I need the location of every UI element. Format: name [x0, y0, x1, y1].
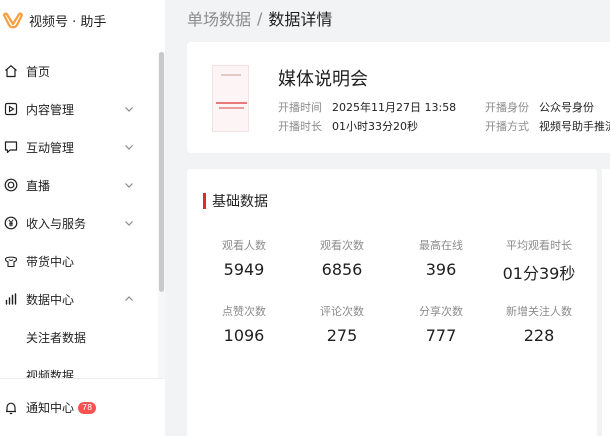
- section-title-text: 基础数据: [212, 194, 268, 210]
- meta-label: 开播时长: [278, 120, 322, 133]
- stat-value: 777: [425, 326, 457, 345]
- stat-shares: 分享次数 777: [386, 303, 496, 345]
- stat-label: 最高在线: [419, 239, 463, 252]
- chat-icon: [3, 139, 19, 155]
- stat-value: 01分39秒: [502, 264, 576, 283]
- stat-label: 观看人数: [222, 239, 266, 252]
- meta-value: 公众号身份: [539, 101, 594, 114]
- chevron-up-icon: [125, 296, 133, 301]
- adjacent-card-edge: [602, 169, 610, 436]
- notification-center[interactable]: 通知中心 78: [3, 399, 97, 416]
- chart-icon: [3, 291, 19, 307]
- home-icon: [3, 63, 19, 79]
- content-icon: [3, 101, 19, 117]
- meta-label: 开播时间: [278, 101, 322, 114]
- breadcrumb-parent[interactable]: 单场数据: [187, 6, 251, 30]
- stat-value: 396: [425, 260, 457, 279]
- chevron-down-icon: [125, 107, 133, 112]
- stat-value: 1096: [223, 326, 265, 345]
- meta-value: 01小时33分20秒: [332, 120, 418, 133]
- sidebar-item-shop[interactable]: 带货中心: [0, 242, 158, 280]
- section-title: 基础数据: [203, 191, 268, 211]
- chevron-down-icon: [125, 145, 133, 150]
- live-start-time: 开播时间 2025年11月27日 13:58: [278, 99, 456, 115]
- stat-label: 新增关注人数: [506, 305, 572, 318]
- sidebar-item-label: 带货中心: [26, 254, 75, 269]
- chevron-down-icon: [125, 221, 133, 226]
- sidebar-subitem-video-data[interactable]: 视频数据: [0, 356, 158, 379]
- yuan-icon: [3, 215, 19, 231]
- stat-viewers: 观看人数 5949: [189, 237, 299, 279]
- stat-likes: 点赞次数 1096: [189, 303, 299, 345]
- stat-value: 228: [523, 326, 555, 345]
- breadcrumb-separator: /: [257, 8, 263, 28]
- sidebar-scrollbar[interactable]: [158, 52, 165, 378]
- stat-label: 平均观看时长: [506, 239, 572, 252]
- breadcrumb: 单场数据 / 数据详情: [187, 6, 332, 30]
- stat-label: 评论次数: [320, 305, 364, 318]
- sidebar-subitem-label: 视频数据: [26, 368, 75, 379]
- live-title: 媒体说明会: [278, 69, 368, 90]
- sidebar-item-label: 互动管理: [26, 140, 75, 155]
- shop-icon: [3, 253, 19, 269]
- sidebar-item-label: 直播: [26, 178, 51, 193]
- sidebar-subitem-label: 关注者数据: [26, 330, 87, 345]
- stat-new-followers: 新增关注人数 228: [484, 303, 594, 345]
- channels-logo-icon: [3, 12, 23, 29]
- stat-value: 275: [326, 326, 358, 345]
- sidebar-item-interaction[interactable]: 互动管理: [0, 128, 158, 166]
- meta-label: 开播方式: [485, 120, 529, 133]
- sidebar-footer: 通知中心 78: [0, 378, 165, 436]
- stat-label: 观看次数: [320, 239, 364, 252]
- sidebar: 视频号 · 助手 首页 内容管理 互动管理 直播 收入与服务 带货中心 数据中心…: [0, 0, 165, 436]
- sidebar-item-label: 内容管理: [26, 102, 75, 117]
- sidebar-item-income[interactable]: 收入与服务: [0, 204, 158, 242]
- live-info-card: 媒体说明会 开播时间 2025年11月27日 13:58 开播时长 01小时33…: [187, 42, 610, 153]
- stat-value: 6856: [321, 260, 363, 279]
- stat-label: 分享次数: [419, 305, 463, 318]
- notification-badge: 78: [78, 401, 97, 414]
- bell-icon: [3, 400, 19, 416]
- section-accent-bar: [203, 193, 206, 209]
- live-method: 开播方式 视频号助手推流: [485, 118, 610, 134]
- stat-value: 5949: [223, 260, 265, 279]
- sidebar-item-home[interactable]: 首页: [0, 52, 158, 90]
- meta-value: 视频号助手推流: [539, 120, 610, 133]
- sidebar-item-label: 数据中心: [26, 292, 75, 307]
- stat-views: 观看次数 6856: [287, 237, 397, 279]
- basic-stats-card: 基础数据 观看人数 5949 观看次数 6856 最高在线 396 平均观看时长…: [187, 169, 597, 436]
- sidebar-item-data-center[interactable]: 数据中心: [0, 280, 158, 318]
- meta-value: 2025年11月27日 13:58: [332, 101, 457, 114]
- live-cover-image: [212, 65, 249, 132]
- sidebar-nav: 首页 内容管理 互动管理 直播 收入与服务 带货中心 数据中心 关注者数据 视频…: [0, 52, 158, 378]
- live-icon: [3, 177, 19, 193]
- stat-label: 点赞次数: [222, 305, 266, 318]
- stat-comments: 评论次数 275: [287, 303, 397, 345]
- app-name: 视频号 · 助手: [29, 14, 107, 30]
- stat-peak-online: 最高在线 396: [386, 237, 496, 279]
- brand[interactable]: 视频号 · 助手: [0, 0, 165, 40]
- live-identity: 开播身份 公众号身份: [485, 99, 594, 115]
- meta-label: 开播身份: [485, 101, 529, 114]
- scrollbar-thumb[interactable]: [159, 52, 164, 292]
- sidebar-item-live[interactable]: 直播: [0, 166, 158, 204]
- sidebar-item-content[interactable]: 内容管理: [0, 90, 158, 128]
- stat-avg-watch-time: 平均观看时长 01分39秒: [484, 237, 594, 284]
- notification-label: 通知中心: [26, 401, 75, 415]
- sidebar-subitem-followers[interactable]: 关注者数据: [0, 318, 158, 356]
- chevron-down-icon: [125, 183, 133, 188]
- live-duration: 开播时长 01小时33分20秒: [278, 118, 418, 134]
- sidebar-item-label: 收入与服务: [26, 216, 87, 231]
- sidebar-item-label: 首页: [26, 64, 51, 79]
- page-title: 数据详情: [268, 10, 333, 29]
